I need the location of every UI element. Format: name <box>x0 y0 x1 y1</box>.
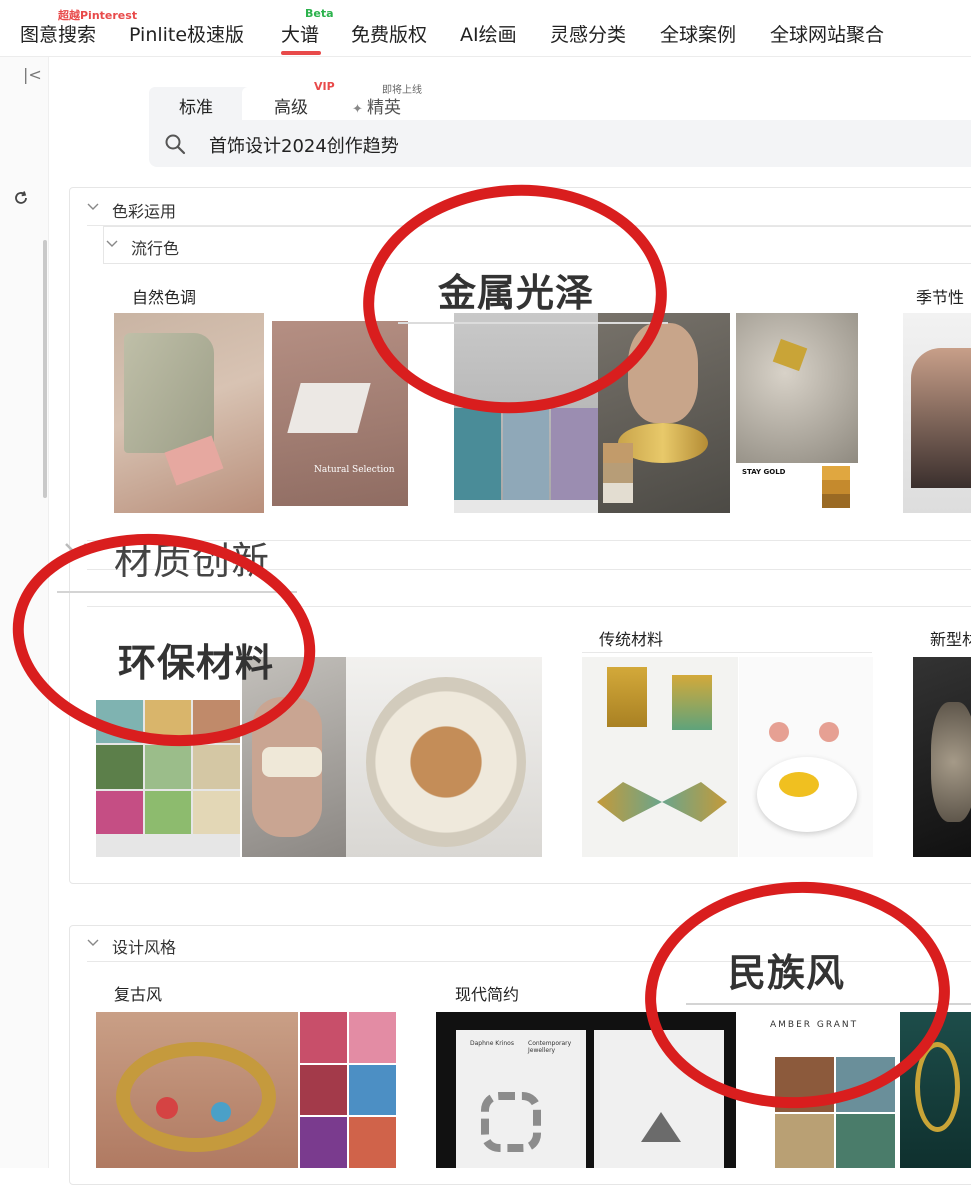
category-label-modern-minimal[interactable]: 现代简约 <box>455 981 519 1005</box>
category-label-new-material[interactable]: 新型材 <box>930 626 971 650</box>
nav-item-dapu[interactable]: 大谱 <box>281 20 319 47</box>
top-nav: 超越Pinterest Beta 图意搜索 Pinlite极速版 大谱 免费版权… <box>0 0 971 57</box>
image-traditional-1[interactable] <box>582 657 738 857</box>
beta-badge: Beta <box>305 7 334 20</box>
image-eco-3[interactable] <box>346 657 542 857</box>
vip-badge: VIP <box>314 80 335 93</box>
image-metallic-3[interactable]: STAY GOLD <box>736 313 858 513</box>
search-icon[interactable] <box>164 133 186 155</box>
section-title-design-style[interactable]: 设计风格 <box>112 934 176 958</box>
image-caption-stay-gold: STAY GOLD <box>742 468 786 476</box>
search-bar[interactable]: 首饰设计2024创作趋势 <box>149 120 971 167</box>
subsection-title-popular[interactable]: 流行色 <box>131 235 179 259</box>
image-caption-natural-selection: Natural Selection <box>314 465 395 475</box>
image-natural-tone-1[interactable] <box>114 313 264 513</box>
refresh-icon[interactable] <box>12 189 30 207</box>
nav-item-inspiration[interactable]: 灵感分类 <box>550 20 626 47</box>
nav-item-pinlite[interactable]: Pinlite极速版 <box>129 20 244 47</box>
chevron-down-icon[interactable] <box>87 939 99 947</box>
nav-item-ai-drawing[interactable]: AI绘画 <box>460 20 517 47</box>
category-label-seasonal[interactable]: 季节性 <box>916 284 964 308</box>
image-caption-contemporary: Contemporary Jewellery <box>528 1040 572 1054</box>
image-traditional-2[interactable] <box>739 657 873 857</box>
scrollbar-thumb[interactable] <box>43 240 47 498</box>
image-caption-designer: Daphne Krinos <box>470 1040 514 1047</box>
category-label-retro[interactable]: 复古风 <box>114 981 162 1005</box>
chevron-down-icon[interactable] <box>106 240 118 248</box>
collapse-sidebar-icon[interactable]: |< <box>23 65 42 84</box>
nav-item-free-license[interactable]: 免费版权 <box>351 20 427 47</box>
tab-advanced[interactable]: 高级 <box>274 93 308 118</box>
image-seasonal-1[interactable] <box>903 313 971 513</box>
nav-item-global-cases[interactable]: 全球案例 <box>660 20 736 47</box>
category-label-traditional[interactable]: 传统材料 <box>599 626 663 650</box>
nav-item-global-sites[interactable]: 全球网站聚合 <box>770 20 884 47</box>
sparkle-icon: ✦ <box>352 102 368 117</box>
image-new-material-1[interactable] <box>913 657 971 857</box>
tab-elite[interactable]: ✦ 精英 <box>352 93 401 118</box>
nav-item-image-search[interactable]: 图意搜索 <box>20 20 96 47</box>
chevron-down-icon[interactable] <box>87 203 99 211</box>
section-title-color[interactable]: 色彩运用 <box>112 198 176 222</box>
category-label-natural[interactable]: 自然色调 <box>132 284 196 308</box>
active-tab-indicator <box>281 51 321 55</box>
image-retro-1[interactable] <box>96 1012 298 1168</box>
coming-soon-badge: 即将上线 <box>382 85 422 96</box>
search-input[interactable]: 首饰设计2024创作趋势 <box>209 132 399 158</box>
image-retro-2[interactable] <box>300 1012 396 1168</box>
tab-standard[interactable]: 标准 <box>179 93 213 118</box>
